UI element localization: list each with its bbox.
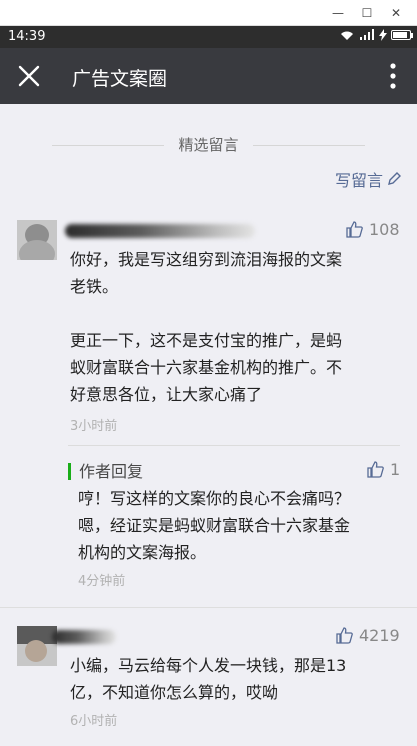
like-button[interactable]: 108 [346, 220, 400, 239]
minimize-button[interactable]: — [328, 3, 348, 23]
like-count: 4219 [359, 626, 400, 645]
status-icons [339, 29, 413, 41]
author-reply-label: 作者回复 [68, 463, 143, 480]
like-button[interactable]: 4219 [336, 626, 400, 645]
like-count: 108 [369, 220, 400, 239]
window-titlebar: — ☐ ✕ [0, 0, 417, 26]
page-title: 广告文案圈 [72, 68, 168, 90]
battery-icon [391, 30, 413, 40]
comment-time: 3小时前 [70, 419, 118, 434]
close-icon[interactable] [14, 61, 44, 91]
nickname-redacted [52, 630, 116, 644]
comment-line: 小编，马云给每个人发一块钱，那是13 [70, 656, 347, 675]
comment-line: 好意思各位，让大家心痛了 [70, 385, 263, 404]
comments-section: 精选留言 写留言 108 你好，我是写这组穷到流泪海报的文案 老铁。 更正一下，… [0, 104, 417, 746]
comment-line: 老铁。 [70, 277, 119, 296]
comment-line: 更正一下，这不是支付宝的推广，是蚂 [70, 331, 343, 350]
status-bar: 14:39 [0, 26, 417, 48]
reply-divider [68, 445, 400, 446]
thumbs-up-icon [336, 627, 353, 644]
write-comment-button[interactable]: 写留言 [335, 167, 401, 191]
signal-icon [360, 29, 374, 40]
reply-like-button[interactable]: 1 [367, 460, 400, 479]
comment-line: 蚁财富联合十六家基金机构的推广。不 [70, 358, 343, 377]
close-window-button[interactable]: ✕ [386, 3, 406, 23]
maximize-button[interactable]: ☐ [357, 3, 377, 23]
reply-time: 4分钟前 [78, 574, 126, 589]
comment-line [70, 300, 342, 327]
comment-line: 亿，不知道你怎么算的，哎呦 [70, 683, 279, 702]
reply-line: 哼！写这样的文案你的良心不会痛吗？ [78, 489, 351, 508]
write-comment-label: 写留言 [334, 171, 383, 190]
comment-line: 你好，我是写这组穷到流泪海报的文案 [70, 250, 343, 269]
thumbs-up-icon [346, 221, 363, 238]
reply-line: 机构的文案海报。 [78, 543, 207, 562]
wifi-icon [341, 31, 353, 40]
app-bar: 广告文案圈 [0, 48, 417, 104]
section-title: 精选留言 [178, 136, 239, 154]
reply-line: 嗯，经证实是蚂蚁财富联合十六家基金 [78, 516, 351, 535]
status-time: 14:39 [8, 29, 46, 44]
comment-time: 6小时前 [70, 714, 118, 729]
nickname-redacted [65, 224, 255, 238]
charging-icon [379, 29, 387, 41]
avatar[interactable] [17, 220, 57, 260]
thumbs-up-icon [367, 461, 384, 478]
avatar[interactable] [17, 626, 57, 666]
reply-like-count: 1 [390, 460, 401, 479]
more-options-icon[interactable] [383, 62, 403, 90]
comment-divider [0, 607, 417, 608]
pencil-icon [388, 172, 401, 185]
